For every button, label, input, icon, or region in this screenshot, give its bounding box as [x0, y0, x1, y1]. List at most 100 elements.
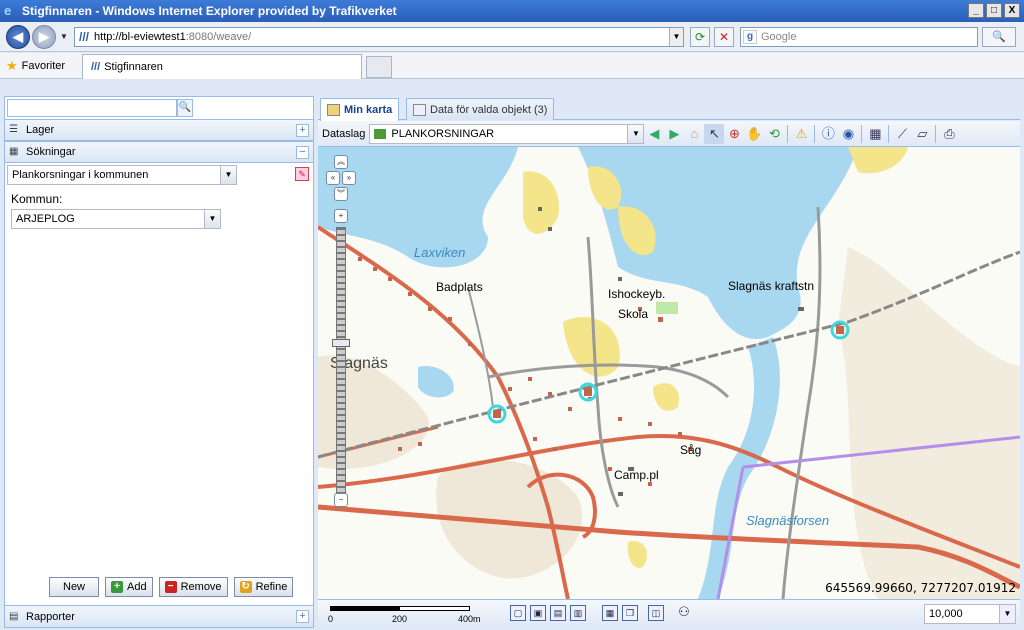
left-search-button[interactable]: 🔍 [177, 99, 193, 117]
zoom-out-icon[interactable]: − [334, 493, 348, 507]
pan-right-icon[interactable]: » [342, 171, 356, 185]
identify-icon[interactable]: ◉ [838, 124, 858, 144]
left-search-input[interactable] [7, 99, 177, 117]
zoom-in-box-icon[interactable]: ⊕ [724, 124, 744, 144]
copy-icon[interactable]: ❐ [622, 605, 638, 621]
refresh-map-icon[interactable]: ⟲ [764, 124, 784, 144]
section-lager[interactable]: ☰ Lager + [5, 119, 313, 141]
tab-favicon-icon: /// [91, 61, 101, 73]
maximize-button[interactable]: □ [986, 3, 1002, 18]
tab-min-karta[interactable]: Min karta [320, 98, 400, 121]
back-button[interactable]: ◀ [6, 25, 30, 49]
kommun-label: Kommun: [11, 192, 63, 206]
binoculars-icon[interactable]: ⚇ [676, 605, 692, 621]
chevron-down-icon[interactable]: ▼ [220, 166, 236, 184]
map-label-camp: Camp.pl [614, 468, 659, 482]
toolbar-divider [787, 124, 789, 143]
plus-icon: + [111, 581, 124, 593]
select-rectangle-icon[interactable]: ▢ [510, 605, 526, 621]
collapse-icon[interactable]: − [296, 146, 309, 159]
select-remove-icon[interactable]: ▤ [550, 605, 566, 621]
layer-stack-icon[interactable]: ▦ [602, 605, 618, 621]
table-icon [413, 103, 426, 116]
select-polygon-icon[interactable]: ▥ [570, 605, 586, 621]
expand-icon[interactable]: + [296, 610, 309, 623]
home-icon[interactable]: ⌂ [684, 124, 704, 144]
chevron-down-icon[interactable]: ▼ [999, 605, 1015, 623]
pan-left-icon[interactable]: « [326, 171, 340, 185]
left-panel: 🔍 ☰ Lager + ▦ Sökningar − Plankorsningar… [4, 96, 314, 628]
calculator-icon[interactable]: ▦ [865, 124, 885, 144]
pan-down-icon[interactable]: ︾ [334, 187, 348, 201]
coordinate-readout: 645569.99660, 7277207.01912 [825, 581, 1016, 595]
close-button[interactable]: X [1004, 3, 1020, 18]
measure-area-icon[interactable]: ▱ [912, 124, 932, 144]
window-controls: _ □ X [968, 3, 1020, 18]
back-arrow-icon[interactable]: ◀ [644, 124, 664, 144]
measure-icon[interactable]: ⟋ [892, 124, 912, 144]
new-tab-button[interactable] [366, 56, 392, 78]
forward-button[interactable]: ▶ [32, 25, 56, 49]
new-button-label: New [63, 581, 86, 593]
history-dropdown-icon[interactable]: ▼ [60, 32, 68, 41]
zoom-slider[interactable] [336, 227, 346, 497]
toolbar-divider [814, 124, 816, 143]
pan-hand-icon[interactable]: ✋ [744, 124, 764, 144]
dataslag-label: Dataslag [322, 127, 366, 140]
add-button-label: Add [127, 581, 147, 593]
search-button[interactable]: 🔍 [982, 27, 1016, 47]
map-view[interactable]: Laxviken Badplats Ishockeyb. Skola Slagn… [318, 147, 1020, 599]
section-lager-label: Lager [26, 124, 55, 136]
refresh-icon[interactable]: ⟳ [690, 27, 710, 47]
scale-value: 10,000 [929, 608, 963, 620]
print-icon[interactable]: ⎙ [939, 124, 959, 144]
minus-icon: − [164, 581, 177, 593]
kommun-select[interactable]: ARJEPLOG ▼ [11, 209, 221, 229]
remove-button-label: Remove [180, 581, 222, 593]
select-add-icon[interactable]: ▣ [530, 605, 546, 621]
map-label-sag: Såg [680, 443, 702, 457]
remove-button[interactable]: − Remove [158, 577, 228, 597]
section-sokningar[interactable]: ▦ Sökningar − [5, 141, 313, 163]
clear-selection-icon[interactable]: ◫ [648, 605, 664, 621]
pan-up-icon[interactable]: ︽ [334, 155, 348, 169]
minimize-button[interactable]: _ [968, 3, 984, 18]
address-dropdown-icon[interactable]: ▼ [669, 28, 683, 46]
favorites-button[interactable]: ★ Favoriter [6, 58, 65, 74]
forward-arrow-icon[interactable]: ▶ [664, 124, 684, 144]
scale-tick-0: 0 [328, 614, 334, 624]
section-sokningar-label: Sökningar [26, 146, 76, 158]
window-title-bar: e Stigfinnaren - Windows Internet Explor… [0, 0, 1024, 22]
add-button[interactable]: + Add [105, 577, 153, 597]
zoom-in-icon[interactable]: + [334, 209, 348, 223]
info-icon[interactable]: ⓘ [818, 124, 838, 144]
warning-icon[interactable]: ⚠ [791, 124, 811, 144]
clear-search-icon[interactable]: ✎ [295, 167, 309, 181]
expand-icon[interactable]: + [296, 124, 309, 137]
refine-icon: ↻ [239, 581, 252, 593]
chevron-down-icon[interactable]: ▼ [627, 124, 644, 143]
tab-data-valda-objekt[interactable]: Data för valda objekt (3) [406, 98, 555, 120]
select-icon[interactable]: ↖ [704, 123, 725, 144]
section-rapporter[interactable]: ▤ Rapporter + [5, 605, 313, 627]
site-favicon-icon: /// [79, 30, 90, 44]
scale-bar [330, 606, 470, 611]
search-box[interactable]: g Google [740, 27, 978, 47]
browser-tab[interactable]: /// Stigfinnaren [82, 54, 362, 79]
refine-button[interactable]: ↻ Refine [233, 577, 294, 597]
dataslag-select[interactable]: PLANKORSNINGAR ▼ [369, 123, 645, 144]
map-label-ishockeyb: Ishockeyb. [608, 287, 666, 301]
map-label-slagnasforsen: Slagnäsforsen [746, 513, 830, 528]
map-tabs: Min karta Data för valda objekt (3) [318, 96, 1020, 121]
right-panel: Min karta Data för valda objekt (3) Data… [318, 96, 1020, 628]
search-type-select[interactable]: Plankorsningar i kommunen ▼ [7, 165, 237, 185]
star-icon: ★ [6, 58, 18, 73]
window-title: Stigfinnaren - Windows Internet Explorer… [22, 4, 397, 18]
zoom-slider-thumb[interactable] [332, 339, 350, 347]
map-label-laxviken: Laxviken [414, 245, 466, 260]
scale-select[interactable]: 10,000 ▼ [924, 604, 1016, 624]
chevron-down-icon[interactable]: ▼ [204, 210, 220, 228]
address-bar[interactable]: /// http://bl-eviewtest1 :8080/weave/ ▼ [74, 27, 684, 47]
stop-icon[interactable]: ✕ [714, 27, 734, 47]
new-button[interactable]: New [49, 577, 100, 597]
